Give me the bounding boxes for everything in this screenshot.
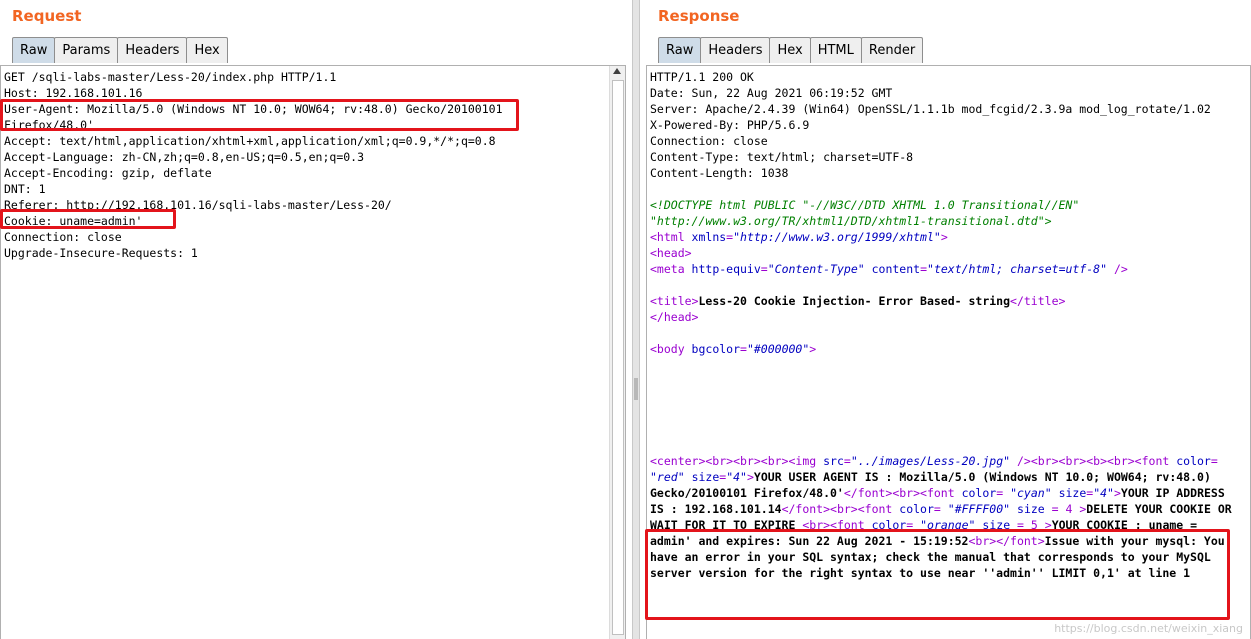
- scroll-thumb[interactable]: [612, 80, 624, 635]
- response-header-line: Server: Apache/2.4.39 (Win64) OpenSSL/1.…: [650, 102, 1211, 116]
- request-tab-headers[interactable]: Headers: [117, 37, 188, 63]
- request-line: Connection: close: [4, 230, 122, 244]
- splitter-grip[interactable]: [634, 378, 638, 400]
- request-tabs: Raw Params Headers Hex: [12, 37, 228, 64]
- request-tab-hex[interactable]: Hex: [186, 37, 228, 63]
- doctype-line: "http://www.w3.org/TR/xhtml1/DTD/xhtml1-…: [650, 214, 1052, 228]
- head-close-line: </head>: [650, 310, 699, 324]
- request-text[interactable]: GET /sqli-labs-master/Less-20/index.php …: [4, 69, 607, 261]
- title-line: <title>Less-20 Cookie Injection- Error B…: [650, 294, 1066, 308]
- request-line: Upgrade-Insecure-Requests: 1: [4, 246, 198, 260]
- response-header-line: Date: Sun, 22 Aug 2021 06:19:52 GMT: [650, 86, 893, 100]
- request-pane: Request Raw Params Headers Hex GET /sqli…: [0, 0, 632, 639]
- response-header-line: Connection: close: [650, 134, 768, 148]
- head-open-line: <head>: [650, 246, 692, 260]
- request-line: Cookie: uname=admin': [4, 214, 143, 228]
- request-line: User-Agent: Mozilla/5.0 (Windows NT 10.0…: [4, 102, 503, 116]
- request-line: Accept-Encoding: gzip, deflate: [4, 166, 212, 180]
- html-open-line: <html xmlns="http://www.w3.org/1999/xhtm…: [650, 230, 948, 244]
- response-tab-html[interactable]: HTML: [809, 37, 862, 63]
- request-line: DNT: 1: [4, 182, 46, 196]
- request-line: Firefox/48.0': [4, 118, 95, 132]
- request-editor[interactable]: GET /sqli-labs-master/Less-20/index.php …: [0, 65, 626, 639]
- output-block: <center><br><br><br><img src="../images/…: [650, 454, 1232, 580]
- request-line: Host: 192.168.101.16: [4, 86, 143, 100]
- watermark: https://blog.csdn.net/weixin_xiang: [1054, 622, 1243, 635]
- response-header-line: Content-Length: 1038: [650, 166, 789, 180]
- scroll-up-arrow-icon[interactable]: [613, 68, 621, 74]
- response-tab-render[interactable]: Render: [860, 37, 924, 63]
- request-line: Referer: http://192.168.101.16/sqli-labs…: [4, 198, 392, 212]
- pane-splitter[interactable]: [632, 0, 640, 639]
- request-line: Accept: text/html,application/xhtml+xml,…: [4, 134, 496, 148]
- response-header-line: Content-Type: text/html; charset=UTF-8: [650, 150, 914, 164]
- request-line: Accept-Language: zh-CN,zh;q=0.8,en-US;q=…: [4, 150, 365, 164]
- doctype-line: <!DOCTYPE html PUBLIC "-//W3C//DTD XHTML…: [650, 198, 1080, 212]
- request-tab-params[interactable]: Params: [54, 37, 119, 63]
- response-editor[interactable]: HTTP/1.1 200 OK Date: Sun, 22 Aug 2021 0…: [646, 65, 1251, 639]
- response-text[interactable]: HTTP/1.1 200 OK Date: Sun, 22 Aug 2021 0…: [650, 69, 1232, 581]
- request-tab-raw[interactable]: Raw: [12, 37, 56, 63]
- response-header-line: X-Powered-By: PHP/5.6.9: [650, 118, 810, 132]
- request-line: GET /sqli-labs-master/Less-20/index.php …: [4, 70, 337, 84]
- response-tab-hex[interactable]: Hex: [769, 37, 811, 63]
- response-header-line: HTTP/1.1 200 OK: [650, 70, 754, 84]
- meta-line: <meta http-equiv="Content-Type" content=…: [650, 262, 1128, 276]
- response-tabs: Raw Headers Hex HTML Render: [658, 37, 924, 64]
- response-title: Response: [658, 7, 740, 25]
- body-open-line: <body bgcolor="#000000">: [650, 342, 817, 356]
- response-pane: Response Raw Headers Hex HTML Render HTT…: [640, 0, 1251, 639]
- request-title: Request: [12, 7, 82, 25]
- response-tab-headers[interactable]: Headers: [700, 37, 771, 63]
- response-tab-raw[interactable]: Raw: [658, 37, 702, 63]
- request-scrollbar[interactable]: [609, 66, 625, 639]
